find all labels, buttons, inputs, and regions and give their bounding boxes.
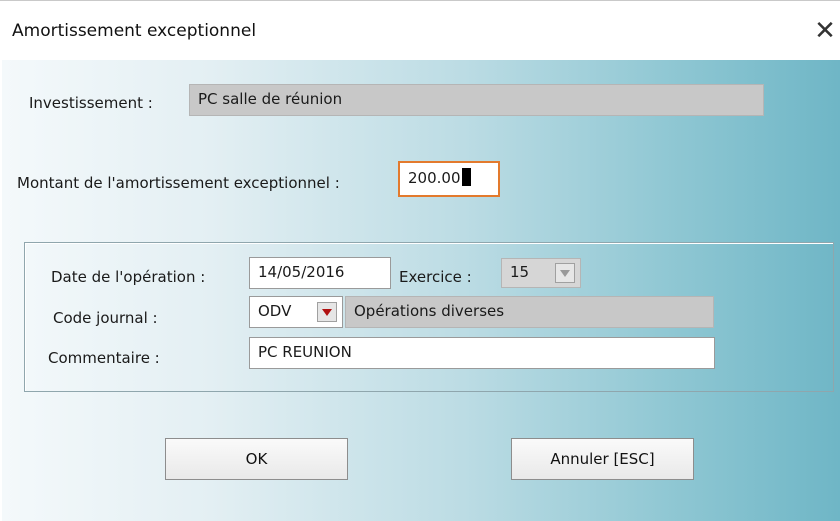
comment-input[interactable]: PC REUNION [249, 337, 715, 369]
exercice-value: 15 [510, 263, 530, 281]
window-title: Amortissement exceptionnel [12, 21, 257, 41]
date-field[interactable]: 14/05/2016 [249, 257, 391, 289]
close-icon: ✕ [814, 16, 836, 46]
text-caret [461, 168, 471, 186]
operation-group: Date de l'opération : 14/05/2016 Exercic… [24, 242, 834, 392]
investissement-value: PC salle de réunion [198, 90, 343, 108]
dialog-body: Investissement : PC salle de réunion Mon… [2, 60, 840, 521]
journal-name-value: Opérations diverses [354, 302, 505, 320]
exercice-dropdown-button [555, 263, 575, 283]
chevron-down-icon [560, 270, 570, 277]
close-button[interactable]: ✕ [810, 13, 840, 49]
exercice-label: Exercice : [399, 268, 472, 286]
comment-value: PC REUNION [258, 343, 352, 361]
journal-label: Code journal : [53, 309, 158, 327]
chevron-down-icon [322, 309, 332, 316]
montant-label: Montant de l'amortissement exceptionnel … [17, 174, 340, 192]
journal-dropdown-button[interactable] [317, 302, 337, 322]
ok-button[interactable]: OK [165, 438, 348, 480]
date-label: Date de l'opération : [51, 268, 206, 286]
title-bar[interactable]: Amortissement exceptionnel ✕ [0, 0, 840, 61]
date-value: 14/05/2016 [258, 263, 345, 281]
montant-value: 200.00 [408, 169, 461, 187]
investissement-field: PC salle de réunion [189, 84, 764, 116]
comment-label: Commentaire : [48, 349, 160, 367]
journal-code-value: ODV [258, 302, 292, 320]
journal-name-field: Opérations diverses [345, 296, 714, 328]
cancel-button[interactable]: Annuler [ESC] [511, 438, 694, 480]
montant-input[interactable]: 200.00 [398, 161, 500, 197]
investissement-label: Investissement : [29, 94, 153, 112]
